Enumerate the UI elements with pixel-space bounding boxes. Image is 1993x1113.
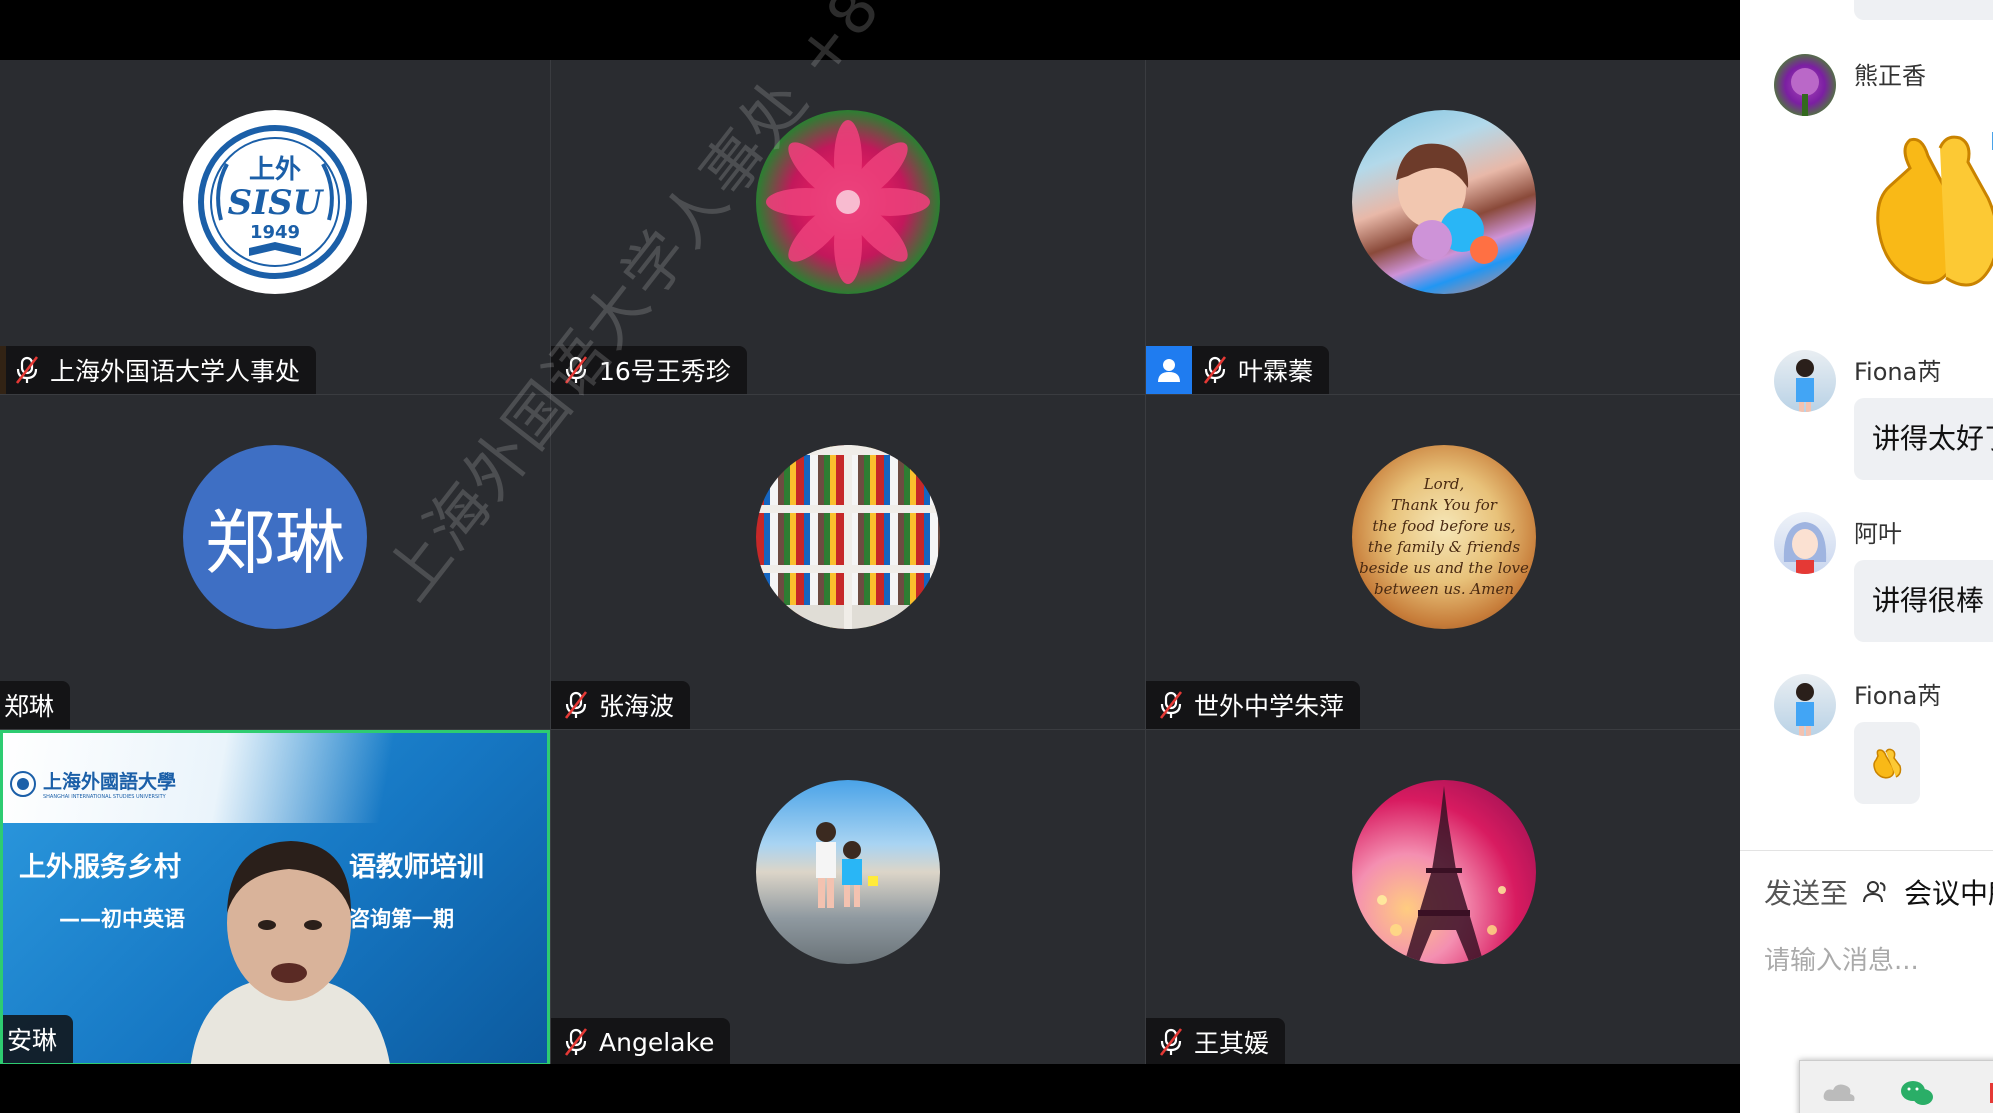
anime-girl-icon bbox=[1783, 522, 1827, 574]
prayer-line: Thank You for bbox=[1391, 496, 1497, 514]
cloud-icon[interactable] bbox=[1822, 1081, 1856, 1105]
participant-tile[interactable]: 16号王秀珍 bbox=[551, 60, 1145, 394]
participant-tile[interactable]: 郑琳 郑琳 bbox=[0, 395, 550, 729]
mic-muted-icon bbox=[1159, 1028, 1183, 1056]
participant-avatar-beach-photo bbox=[756, 780, 940, 964]
speaker-person-icon bbox=[190, 841, 391, 1066]
sender-avatar[interactable] bbox=[1774, 674, 1836, 736]
prayer-line: Lord, bbox=[1423, 475, 1465, 493]
participant-tile[interactable]: 王其媛 bbox=[1146, 730, 1742, 1066]
slide-logo-subtext: SHANGHAI INTERNATIONAL STUDIES UNIVERSIT… bbox=[43, 794, 166, 800]
participant-avatar-girl-photo bbox=[1352, 110, 1536, 294]
clapping-hands-icon bbox=[1876, 132, 1993, 287]
send-to-target[interactable]: 会议中所 bbox=[1904, 872, 1993, 912]
prayer-line: the food before us, bbox=[1372, 517, 1516, 535]
participant-name-tag: 16号王秀珍 bbox=[551, 346, 747, 394]
participant-name: 安琳 bbox=[7, 1026, 58, 1055]
eiffel-tower-icon bbox=[1377, 786, 1506, 964]
slide-subtitle-left: ——初中英语 bbox=[59, 907, 185, 931]
participant-tile-active-speaker[interactable]: 上海外國語大學 SHANGHAI INTERNATIONAL STUDIES U… bbox=[0, 730, 550, 1066]
participant-name-tag: 张海波 bbox=[551, 681, 691, 729]
girl-figure-icon bbox=[1796, 359, 1814, 412]
wechat-icon[interactable] bbox=[1900, 1079, 1934, 1107]
participant-name: 上海外国语大学人事处 bbox=[50, 357, 301, 386]
participant-name-tag: Angelake bbox=[551, 1018, 731, 1066]
sender-avatar[interactable] bbox=[1774, 54, 1836, 116]
sender-name: 阿叶 bbox=[1854, 520, 1902, 548]
participant-name-tag: 安琳 bbox=[3, 1015, 74, 1063]
chat-emoji-bubble bbox=[1854, 722, 1920, 804]
sender-name: Fiona芮 bbox=[1854, 358, 1942, 386]
person-badge-icon bbox=[1146, 346, 1192, 394]
participant-tile[interactable]: Lord, Thank You for the food before us, … bbox=[1146, 395, 1742, 729]
prayer-line: between us. Amen bbox=[1373, 580, 1515, 598]
chat-bubble: 讲得很棒 bbox=[1854, 560, 1993, 642]
mic-muted-icon bbox=[564, 691, 588, 719]
video-grid: 上外 SISU 1949 上海外国语大学人事处 16号王秀珍 叶霖蓁 郑琳 郑琳… bbox=[0, 60, 1742, 1066]
mic-muted-icon bbox=[564, 1028, 588, 1056]
send-to-label: 发送至 bbox=[1764, 877, 1849, 910]
sender-name: 熊正香 bbox=[1854, 62, 1926, 90]
chat-panel: 熊正香 Fiona芮 讲得太好了 阿叶 讲得很棒 Fiona芮 发送至 会议中所… bbox=[1740, 0, 1993, 1113]
participant-name-tag: 世外中学朱萍 bbox=[1146, 681, 1361, 729]
mic-muted-icon bbox=[564, 356, 588, 384]
participant-tile[interactable]: 张海波 bbox=[551, 395, 1145, 729]
sisu-logo-icon: 上外 SISU 1949 bbox=[198, 125, 352, 279]
chat-divider bbox=[1740, 850, 1993, 851]
thistle-flower-icon bbox=[1791, 68, 1819, 116]
participant-name: 郑琳 bbox=[4, 692, 55, 721]
participant-name-tag: 郑琳 bbox=[0, 681, 71, 729]
send-to-row[interactable]: 发送至 会议中所 bbox=[1764, 872, 1993, 912]
sisu-logo-year: 1949 bbox=[250, 222, 300, 243]
prayer-line: beside us and the love bbox=[1359, 559, 1529, 577]
bookshelf-icon bbox=[756, 445, 940, 629]
taskbar-popup bbox=[1799, 1060, 1993, 1113]
pink-flower-icon bbox=[766, 120, 930, 284]
slide-title-left: 上外服务乡村 bbox=[19, 852, 181, 883]
participant-avatar-sisu-logo: 上外 SISU 1949 bbox=[183, 110, 367, 294]
previous-bubble-edge bbox=[1854, 0, 1993, 20]
people-icon bbox=[1863, 881, 1886, 903]
girl-figure-icon bbox=[1796, 683, 1814, 736]
chat-bubble: 讲得太好了 bbox=[1854, 398, 1993, 480]
girl-with-flowers-icon bbox=[1396, 143, 1498, 264]
slide-logo-text: 上海外國語大學 bbox=[43, 771, 177, 793]
participant-name-tag: 上海外国语大学人事处 bbox=[0, 346, 317, 394]
mic-muted-icon bbox=[1203, 356, 1227, 384]
mic-muted-icon bbox=[1159, 691, 1183, 719]
bottom-bar bbox=[0, 1064, 1740, 1113]
clapping-hands-icon bbox=[1873, 748, 1902, 779]
participant-name: 张海波 bbox=[599, 692, 675, 721]
participant-name: Angelake bbox=[599, 1027, 715, 1057]
sisu-logo-mid-text: SISU bbox=[228, 183, 325, 223]
sender-name: Fiona芮 bbox=[1854, 682, 1942, 710]
mic-muted-icon bbox=[15, 356, 39, 384]
participant-tile[interactable]: Angelake bbox=[551, 730, 1145, 1066]
university-logo-icon bbox=[10, 770, 36, 797]
participant-name: 叶霖蓁 bbox=[1238, 357, 1314, 386]
sender-avatar[interactable] bbox=[1774, 512, 1836, 574]
participant-name-tag: 叶霖蓁 bbox=[1146, 346, 1330, 394]
participant-name: 世外中学朱萍 bbox=[1194, 692, 1345, 721]
beach-people-icon bbox=[816, 822, 878, 908]
sisu-logo-top-text: 上外 bbox=[249, 155, 301, 185]
participant-avatar-eiffel-photo bbox=[1352, 780, 1536, 964]
participant-avatar-prayer-photo: Lord, Thank You for the food before us, … bbox=[1352, 445, 1536, 629]
slide-logo: 上海外國語大學 SHANGHAI INTERNATIONAL STUDIES U… bbox=[9, 767, 176, 800]
participant-name: 王其媛 bbox=[1194, 1029, 1270, 1058]
prayer-line: the family & friends bbox=[1367, 538, 1521, 556]
message-input[interactable]: 请输入消息... bbox=[1764, 940, 1919, 977]
participant-tile[interactable]: 叶霖蓁 bbox=[1146, 60, 1742, 394]
participant-name-tag: 王其媛 bbox=[1146, 1018, 1286, 1066]
participant-avatar-bookshelf-photo bbox=[756, 445, 940, 629]
avatar-initials: 郑琳 bbox=[205, 501, 345, 584]
participant-avatar-flower-photo bbox=[756, 110, 940, 294]
participant-name: 16号王秀珍 bbox=[599, 357, 731, 386]
sender-avatar[interactable] bbox=[1774, 350, 1836, 412]
shared-slide-background: 上海外國語大學 SHANGHAI INTERNATIONAL STUDIES U… bbox=[3, 733, 547, 1066]
participant-tile[interactable]: 上外 SISU 1949 上海外国语大学人事处 bbox=[0, 60, 550, 394]
participant-text-avatar: 郑琳 bbox=[183, 445, 367, 629]
top-bar bbox=[0, 0, 1740, 60]
